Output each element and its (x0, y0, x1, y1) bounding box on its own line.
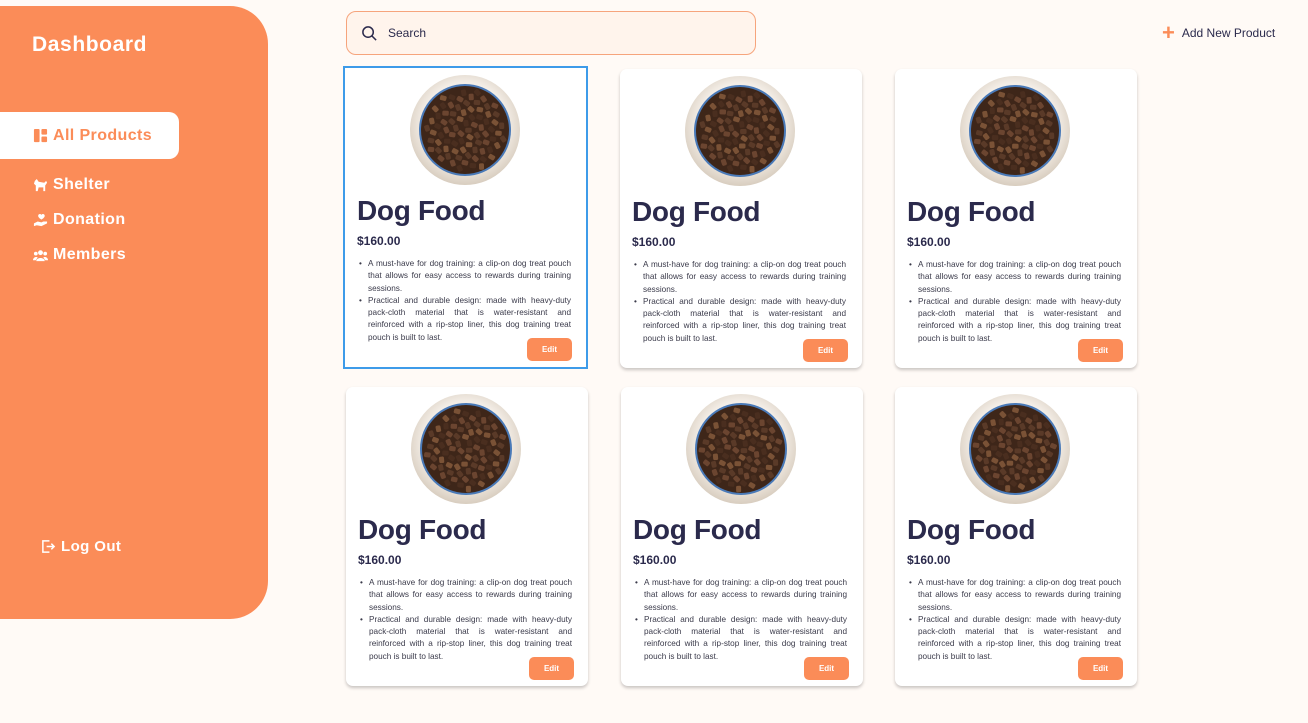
product-price: $160.00 (633, 553, 677, 567)
sidebar-item-members[interactable]: Members (32, 246, 126, 264)
description-bullet: A must-have for dog training: a clip-on … (633, 577, 847, 614)
edit-button[interactable]: Edit (804, 657, 849, 680)
sidebar-item-shelter[interactable]: Shelter (32, 176, 110, 194)
sidebar: Dashboard All Products Shelter Donation … (0, 6, 268, 619)
dog-icon (32, 177, 48, 193)
edit-button[interactable]: Edit (527, 338, 572, 361)
product-card[interactable]: Dog Food $160.00 A must-have for dog tra… (895, 69, 1137, 368)
description-bullet: A must-have for dog training: a clip-on … (357, 258, 571, 295)
product-image (411, 394, 521, 504)
product-title: Dog Food (357, 195, 486, 226)
hand-heart-icon (32, 212, 48, 228)
dashboard-icon (32, 128, 48, 144)
description-bullet: A must-have for dog training: a clip-on … (632, 259, 846, 296)
product-title: Dog Food (907, 514, 1036, 545)
edit-button[interactable]: Edit (1078, 339, 1123, 362)
product-description: A must-have for dog training: a clip-on … (907, 577, 1121, 663)
description-bullet: Practical and durable design: made with … (358, 614, 572, 663)
sidebar-item-all-products[interactable]: All Products (0, 112, 179, 159)
sidebar-title: Dashboard (32, 33, 148, 56)
product-price: $160.00 (907, 553, 951, 567)
product-price: $160.00 (907, 235, 951, 249)
product-description: A must-have for dog training: a clip-on … (358, 577, 572, 663)
product-price: $160.00 (358, 553, 402, 567)
sidebar-item-label: All Products (53, 126, 153, 144)
sidebar-item-label: Members (53, 246, 127, 263)
product-card[interactable]: Dog Food $160.00 A must-have for dog tra… (343, 66, 588, 369)
sidebar-item-label: Shelter (53, 176, 111, 193)
description-bullet: Practical and durable design: made with … (357, 295, 571, 344)
logout-icon (40, 539, 56, 555)
product-card[interactable]: Dog Food $160.00 A must-have for dog tra… (346, 387, 588, 686)
logout-label: Log Out (61, 538, 122, 555)
product-card[interactable]: Dog Food $160.00 A must-have for dog tra… (895, 387, 1137, 686)
edit-button[interactable]: Edit (803, 339, 848, 362)
description-bullet: Practical and durable design: made with … (907, 296, 1121, 345)
plus-icon: + (1162, 20, 1175, 45)
product-card[interactable]: Dog Food $160.00 A must-have for dog tra… (620, 69, 862, 368)
description-bullet: A must-have for dog training: a clip-on … (358, 577, 572, 614)
product-description: A must-have for dog training: a clip-on … (907, 259, 1121, 345)
product-card[interactable]: Dog Food $160.00 A must-have for dog tra… (621, 387, 863, 686)
description-bullet: Practical and durable design: made with … (632, 296, 846, 345)
add-new-product-label: Add New Product (1181, 26, 1276, 40)
product-image (960, 394, 1070, 504)
description-bullet: Practical and durable design: made with … (907, 614, 1121, 663)
product-image (686, 394, 796, 504)
product-image (960, 76, 1070, 186)
product-title: Dog Food (358, 514, 487, 545)
description-bullet: A must-have for dog training: a clip-on … (907, 577, 1121, 614)
product-title: Dog Food (633, 514, 762, 545)
product-description: A must-have for dog training: a clip-on … (633, 577, 847, 663)
product-description: A must-have for dog training: a clip-on … (357, 258, 571, 344)
sidebar-item-label: Donation (53, 211, 126, 228)
product-image (410, 75, 520, 185)
edit-button[interactable]: Edit (529, 657, 574, 680)
logout-button[interactable]: Log Out (40, 538, 121, 555)
search-input[interactable] (388, 26, 728, 40)
users-icon (32, 247, 48, 263)
product-image (685, 76, 795, 186)
description-bullet: Practical and durable design: made with … (633, 614, 847, 663)
product-description: A must-have for dog training: a clip-on … (632, 259, 846, 345)
product-title: Dog Food (632, 196, 761, 227)
search-bar[interactable] (346, 11, 756, 55)
add-new-product-button[interactable]: + Add New Product (1162, 20, 1276, 45)
description-bullet: A must-have for dog training: a clip-on … (907, 259, 1121, 296)
sidebar-item-donation[interactable]: Donation (32, 211, 126, 229)
product-price: $160.00 (357, 234, 401, 248)
search-icon (362, 25, 377, 41)
product-price: $160.00 (632, 235, 676, 249)
edit-button[interactable]: Edit (1078, 657, 1123, 680)
product-title: Dog Food (907, 196, 1036, 227)
